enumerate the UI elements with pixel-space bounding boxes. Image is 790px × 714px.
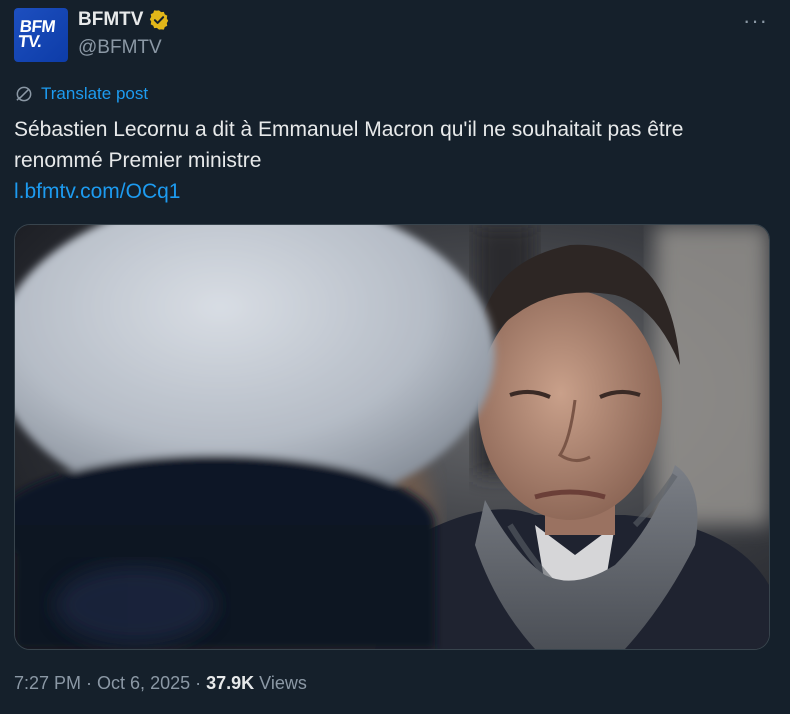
display-name[interactable]: BFMTV (78, 9, 143, 31)
views-label: Views (259, 673, 307, 693)
photo-image (15, 225, 769, 649)
meta-separator: · (86, 673, 93, 693)
bfmtv-logo: BFM TV. (17, 17, 56, 51)
avatar[interactable]: BFM TV. (14, 8, 68, 62)
logo-text-bottom: TV. (17, 32, 43, 51)
meta-separator-2: · (195, 673, 202, 693)
post-photo[interactable] (14, 224, 770, 650)
translate-icon (14, 84, 34, 104)
translate-post-button[interactable]: Translate post (14, 84, 148, 104)
post-time[interactable]: 7:27 PM (14, 673, 81, 694)
views-count[interactable]: 37.9K (206, 673, 254, 694)
post-link[interactable]: l.bfmtv.com/OCq1 (14, 176, 180, 207)
handle[interactable]: @BFMTV (78, 37, 162, 59)
more-options-icon[interactable]: ··· (743, 8, 768, 34)
translate-post-label: Translate post (41, 84, 149, 103)
author-name-row: BFMTV (78, 9, 170, 31)
post-metadata: 7:27 PM · Oct 6, 2025 · 37.9K Views (14, 673, 307, 694)
post-date[interactable]: Oct 6, 2025 (97, 673, 190, 694)
verified-badge-icon (148, 9, 170, 31)
post-text: Sébastien Lecornu a dit à Emmanuel Macro… (14, 118, 684, 172)
